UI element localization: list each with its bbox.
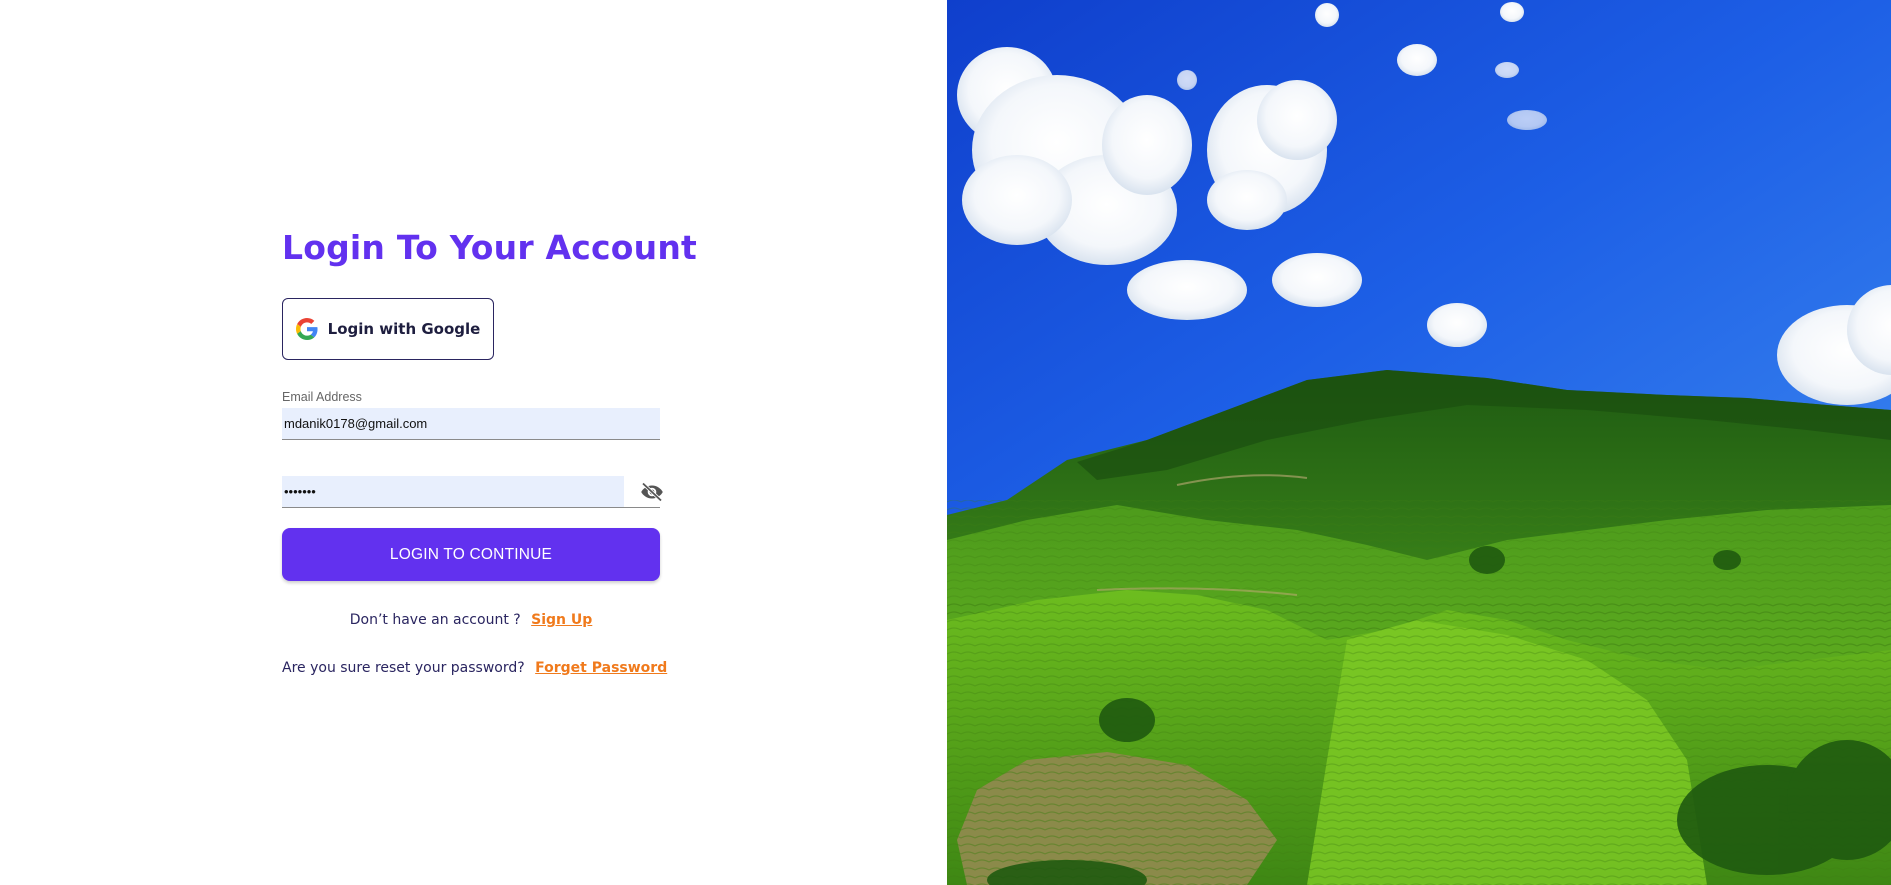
google-icon: [295, 318, 318, 340]
password-field-wrapper: [282, 476, 663, 508]
password-input-box: [282, 476, 624, 507]
login-page: Login To Your Account Login with Google …: [0, 0, 1891, 885]
page-title: Login To Your Account: [282, 228, 697, 267]
hero-image-panel: [947, 0, 1891, 885]
google-login-button[interactable]: Login with Google: [282, 298, 494, 360]
password-visibility-toggle[interactable]: [640, 482, 664, 502]
mountain-landscape-image: [947, 0, 1891, 885]
login-panel: Login To Your Account Login with Google …: [0, 0, 947, 885]
forget-password-row: Are you sure reset your password? Forget…: [282, 660, 667, 676]
forget-password-prompt: Are you sure reset your password?: [282, 660, 525, 676]
email-field[interactable]: [282, 408, 660, 439]
email-field-wrapper: [282, 408, 660, 440]
forget-password-link[interactable]: Forget Password: [535, 660, 667, 676]
password-field[interactable]: [282, 476, 624, 507]
signup-prompt: Don’t have an account ?: [349, 612, 521, 628]
signup-row: Don’t have an account ? Sign Up: [282, 612, 660, 628]
google-login-label: Login with Google: [327, 320, 481, 338]
login-form: Login To Your Account Login with Google …: [282, 226, 697, 676]
login-button[interactable]: LOGIN TO CONTINUE: [282, 528, 660, 581]
eye-off-icon: [641, 482, 663, 502]
email-label: Email Address: [282, 390, 362, 404]
signup-link[interactable]: Sign Up: [531, 612, 592, 628]
